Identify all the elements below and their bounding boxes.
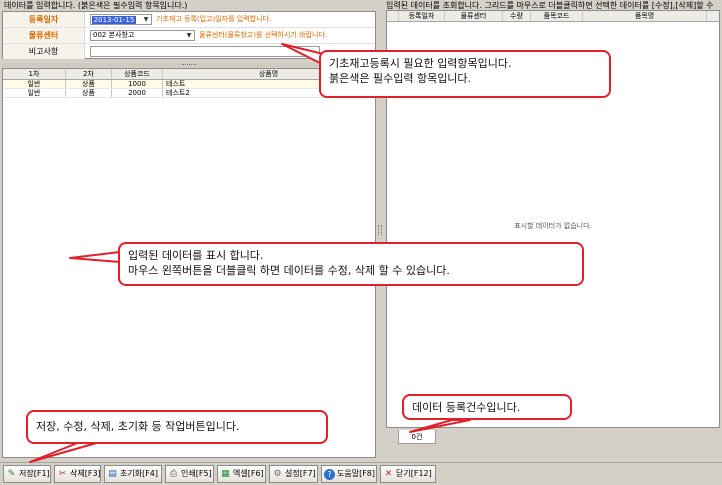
callout-count: 데이터 등록건수입니다.: [402, 394, 572, 420]
input-form: 등록일자 2013-01-15 ▼ 기초재고 등록(입고)일자를 입력합니다. …: [2, 11, 376, 59]
save-button[interactable]: ✎ 저장[F1]: [3, 465, 51, 483]
center-label: 물류센터: [3, 28, 85, 43]
print-button[interactable]: ⎙ 인쇄[F5]: [165, 465, 214, 483]
cell-cat2: 상품: [66, 80, 112, 88]
cell-code: 2000: [112, 89, 163, 97]
help-icon: ?: [324, 469, 335, 480]
col-header-name[interactable]: 품목명: [583, 11, 707, 21]
excel-icon: ▦: [221, 469, 230, 479]
col-header-code[interactable]: 상품코드: [112, 69, 163, 79]
save-icon: ✎: [7, 469, 16, 479]
close-icon: ✕: [384, 469, 393, 479]
col-header-cat1[interactable]: 1차: [3, 69, 66, 79]
col-header-date[interactable]: 등록일자: [399, 11, 445, 21]
date-label: 등록일자: [3, 12, 85, 27]
record-count-tab[interactable]: 0건: [398, 430, 436, 444]
center-select[interactable]: 002 본사창고 ▼: [90, 30, 195, 41]
splitter-grip[interactable]: [182, 64, 196, 66]
reset-button[interactable]: ▤ 초기화[F4]: [104, 465, 162, 483]
col-header-qty[interactable]: 수량: [503, 11, 531, 21]
center-value: 002 본사창고: [93, 31, 135, 39]
form-row-center: 물류센터 002 본사창고 ▼ 물류센터(물류창고)를 선택하시기 바랍니다.: [3, 28, 375, 44]
col-header-center[interactable]: 물류센터: [445, 11, 503, 21]
cell-cat1: 일반: [3, 89, 66, 97]
chevron-down-icon[interactable]: ▼: [142, 16, 150, 24]
grid-header: 등록일자 물류센터 수량 품목코드 품목명: [387, 11, 719, 22]
date-note: 기초재고 등록(입고)일자를 입력합니다.: [156, 15, 272, 23]
form-row-date: 등록일자 2013-01-15 ▼ 기초재고 등록(입고)일자를 입력합니다.: [3, 12, 375, 28]
delete-button[interactable]: ✂ 삭제[F3]: [54, 465, 101, 483]
reset-icon: ▤: [108, 469, 117, 479]
settings-icon: ⚙: [273, 469, 282, 479]
col-header-code[interactable]: 품목코드: [531, 11, 583, 21]
cell-code: 1000: [112, 80, 163, 88]
print-icon: ⎙: [169, 469, 178, 479]
input-panel-hint: 데이터를 입력합니다. (붉은색은 필수입력 항목입니다.): [4, 1, 188, 10]
col-header-indicator: [387, 11, 399, 21]
date-value[interactable]: 2013-01-15: [92, 16, 136, 24]
cell-cat1: 일반: [3, 80, 66, 88]
cell-cat2: 상품: [66, 89, 112, 97]
empty-message: 표시할 데이터가 없습니다.: [514, 222, 592, 230]
memo-input[interactable]: [90, 46, 320, 57]
date-picker[interactable]: 2013-01-15 ▼: [90, 14, 152, 25]
callout-action-buttons: 저장, 수정, 삭제, 초기화 등 작업버튼입니다.: [26, 410, 328, 444]
close-button[interactable]: ✕ 닫기[F12]: [380, 465, 436, 483]
settings-button[interactable]: ⚙ 설정[F7]: [269, 465, 318, 483]
delete-icon: ✂: [58, 469, 67, 479]
excel-button[interactable]: ▦ 엑셀[F6]: [217, 465, 266, 483]
callout-data-display: 입력된 데이터를 표시 합니다. 마우스 왼쪽버튼을 더블클릭 하면 데이터를 …: [118, 242, 584, 286]
action-toolbar: ✎ 저장[F1] ✂ 삭제[F3] ▤ 초기화[F4] ⎙ 인쇄[F5] ▦ 엑셀[F6]…: [0, 462, 722, 485]
callout-required-fields: 기초재고등록시 필요한 입력항목입니다. 붉은색은 필수입력 항목입니다.: [319, 50, 611, 98]
center-note: 물류센터(물류창고)를 선택하시기 바랍니다.: [199, 31, 328, 39]
chevron-down-icon[interactable]: ▼: [185, 32, 193, 40]
vertical-splitter[interactable]: [378, 225, 382, 235]
col-header-cat2[interactable]: 2차: [66, 69, 112, 79]
help-button[interactable]: ? 도움말[F8]: [321, 465, 377, 483]
memo-label: 비고사항: [3, 44, 85, 59]
